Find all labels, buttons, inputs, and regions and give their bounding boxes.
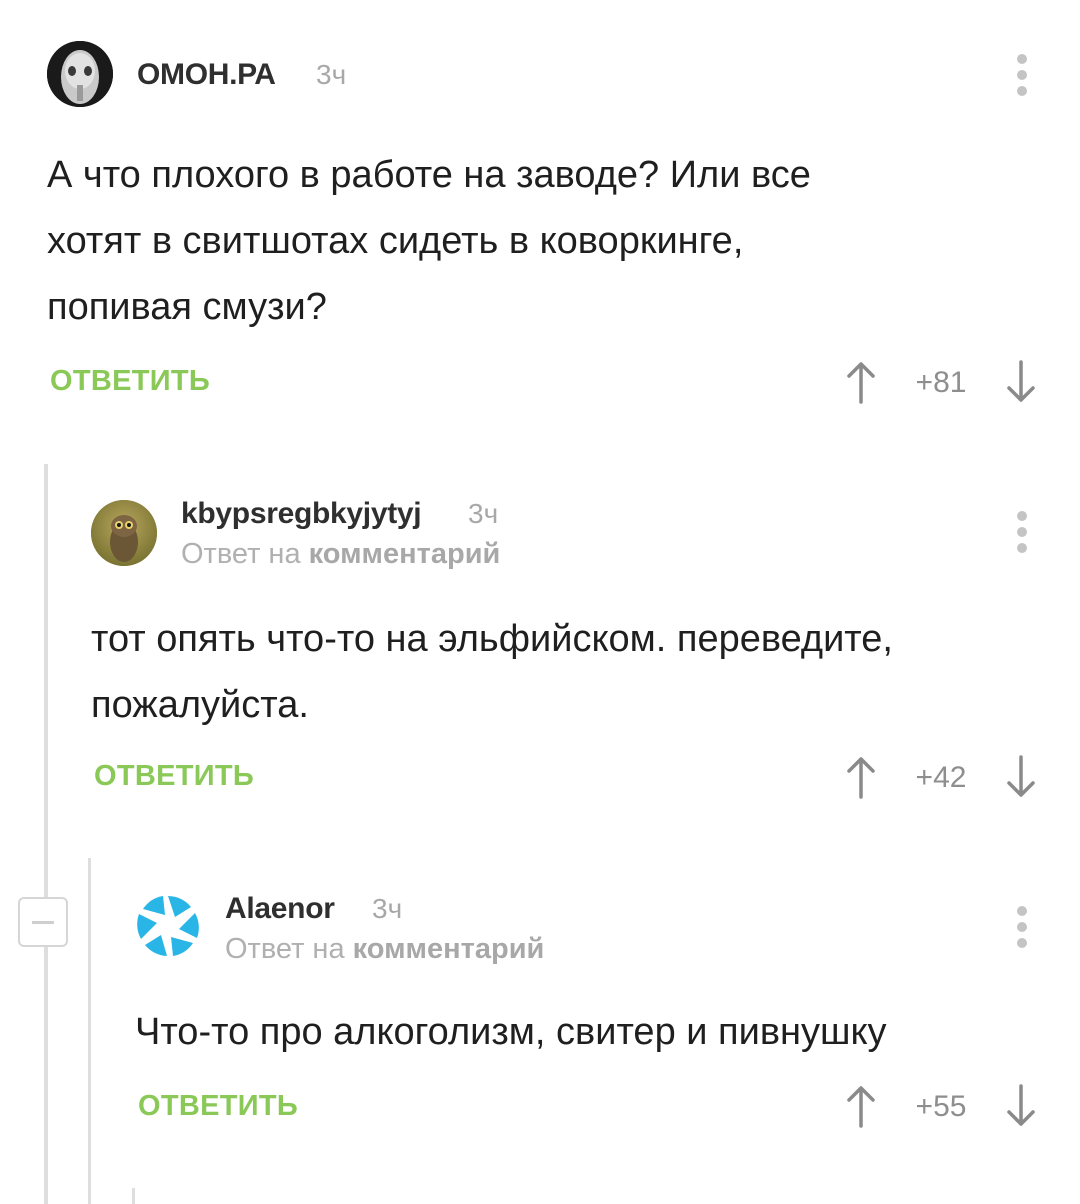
alien-mask-avatar-icon [47,41,113,107]
arrow-up-icon [847,362,875,404]
comment-text: тот опять что-то на эльфийском. переведи… [91,606,893,738]
more-options-button[interactable] [1012,903,1032,953]
reply-to-info: Ответ на комментарий [225,933,544,966]
downvote-button[interactable] [1003,753,1039,799]
rating-score: +55 [915,1090,967,1123]
reply-button[interactable]: ОТВЕТИТЬ [50,365,210,398]
rating-score: +81 [915,366,967,399]
comment-time: 3ч [372,893,403,924]
reply-to-link[interactable]: комментарий [353,933,545,965]
upvote-button[interactable] [843,755,879,801]
thread-line-level-3 [132,1188,135,1204]
comment: Alaenor 3ч Ответ на комментарий Что-то п… [0,875,1080,1175]
author-name[interactable]: ОМОН.РА [137,58,276,92]
upvote-button[interactable] [843,1084,879,1130]
avatar[interactable] [91,500,157,566]
avatar[interactable] [47,41,113,107]
more-vertical-icon [1017,54,1027,96]
comment-text-line: попивая смузи? [47,286,327,328]
downvote-button[interactable] [1003,358,1039,404]
reply-button[interactable]: ОТВЕТИТЬ [94,760,254,793]
comment-text-line: Что-то про алкоголизм, свитер и пивнушку [135,1011,887,1053]
comment-text-line: пожалуйста. [91,684,309,726]
owl-avatar-icon [91,500,157,566]
downvote-button[interactable] [1003,1082,1039,1128]
comment-text-line: тот опять что-то на эльфийском. переведи… [91,618,893,660]
arrow-down-icon [1007,755,1035,797]
avatar[interactable] [135,893,201,959]
reply-to-prefix: Ответ на [225,933,345,965]
comment: ОМОН.РА 3ч А что плохого в работе на зав… [0,0,1080,440]
arrow-down-icon [1007,1084,1035,1126]
author-name[interactable]: Alaenor [225,892,335,926]
aperture-avatar-icon [137,896,199,956]
more-options-button[interactable] [1012,51,1032,101]
more-options-button[interactable] [1012,508,1032,558]
comment-text-line: А что плохого в работе на заводе? Или вс… [47,154,811,196]
comment-text: А что плохого в работе на заводе? Или вс… [47,142,811,340]
comment: kbypsregbkyjytyj 3ч Ответ на комментарий… [0,480,1080,840]
rating-score: +42 [915,761,967,794]
arrow-down-icon [1007,360,1035,402]
arrow-up-icon [847,757,875,799]
comment-time: 3ч [316,59,347,90]
reply-button[interactable]: ОТВЕТИТЬ [138,1090,298,1123]
more-vertical-icon [1017,906,1027,948]
comment-text-line: хотят в свитшотах сидеть в коворкинге, [47,220,744,262]
reply-to-prefix: Ответ на [181,538,301,570]
comment-text: Что-то про алкоголизм, свитер и пивнушку [135,999,887,1065]
reply-to-info: Ответ на комментарий [181,538,500,571]
upvote-button[interactable] [843,360,879,406]
reply-to-link[interactable]: комментарий [309,538,501,570]
author-name[interactable]: kbypsregbkyjytyj [181,497,422,531]
more-vertical-icon [1017,511,1027,553]
arrow-up-icon [847,1086,875,1128]
comment-time: 3ч [468,498,499,529]
